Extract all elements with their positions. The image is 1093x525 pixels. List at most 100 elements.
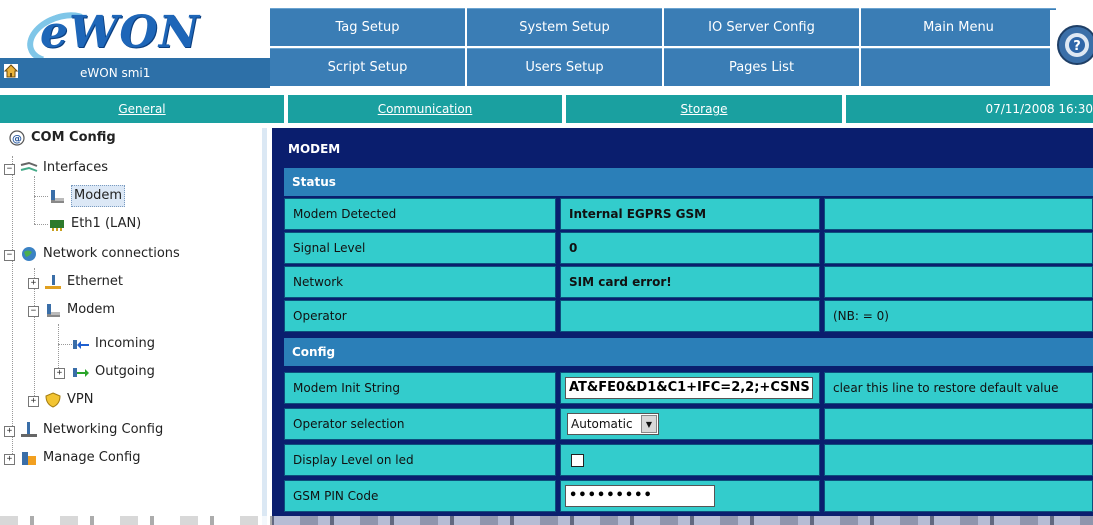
row-label: GSM PIN Code xyxy=(284,480,556,512)
device-name: eWON smi1 xyxy=(80,66,151,80)
modem-init-string-input[interactable]: AT&FE0&D1&C1+IFC=2,2;+CSNS xyxy=(565,377,813,399)
nav-io-server-config[interactable]: IO Server Config xyxy=(664,8,859,46)
row-extra xyxy=(824,198,1093,230)
config-row-display-level: Display Level on led xyxy=(284,444,1093,476)
tree-label-modem-selected: Modem xyxy=(71,185,126,207)
tree-label-vpn: VPN xyxy=(67,392,94,407)
tree-label-networking-config: Networking Config xyxy=(43,422,164,437)
status-row-network: Network SIM card error! xyxy=(284,266,1093,298)
config-group-header: Config xyxy=(284,338,1093,366)
row-extra xyxy=(824,408,1093,440)
status-group-header: Status xyxy=(284,168,1093,196)
row-input-cell: AT&FE0&D1&C1+IFC=2,2;+CSNS xyxy=(560,372,820,404)
outgoing-arrow-icon xyxy=(73,368,89,377)
vpn-shield-icon xyxy=(45,392,61,408)
modem-icon xyxy=(51,190,64,203)
pane-divider[interactable] xyxy=(262,128,267,525)
row-value: SIM card error! xyxy=(560,266,820,298)
ethernet-card-icon xyxy=(50,220,64,231)
expand-ethernet-toggle[interactable]: + xyxy=(28,278,39,289)
manage-config-icon xyxy=(22,452,36,465)
tree-item-outgoing[interactable]: Outgoing xyxy=(72,362,155,382)
tab-storage[interactable]: Storage xyxy=(566,95,842,123)
config-row-operator-selection: Operator selection Automatic ▼ xyxy=(284,408,1093,440)
row-value xyxy=(560,300,820,332)
bottom-overflow-strip xyxy=(0,516,1093,525)
expand-manage-config-toggle[interactable]: + xyxy=(4,454,15,465)
tab-bar: General Communication Storage 07/11/2008… xyxy=(0,95,1093,123)
date-time-display: 07/11/2008 16:30 xyxy=(846,95,1093,123)
row-extra xyxy=(824,266,1093,298)
nav-users-setup[interactable]: Users Setup xyxy=(467,48,662,86)
tree-label-eth1: Eth1 (LAN) xyxy=(71,216,142,231)
globe-icon xyxy=(22,247,36,261)
row-extra xyxy=(824,444,1093,476)
tree-item-interfaces[interactable]: Interfaces xyxy=(20,158,108,178)
row-input-cell: Automatic ▼ xyxy=(560,408,820,440)
nav-tag-setup[interactable]: Tag Setup xyxy=(270,8,465,46)
row-input-cell: ••••••••• xyxy=(560,480,820,512)
nav-script-setup[interactable]: Script Setup xyxy=(270,48,465,86)
row-value: Internal EGPRS GSM xyxy=(560,198,820,230)
config-row-init-string: Modem Init String AT&FE0&D1&C1+IFC=2,2;+… xyxy=(284,372,1093,404)
tree-item-modem[interactable]: Modem xyxy=(48,185,126,207)
row-extra: (NB: = 0) xyxy=(824,300,1093,332)
operator-selection-dropdown[interactable]: Automatic ▼ xyxy=(567,413,659,435)
nav-main-menu[interactable]: Main Menu xyxy=(861,8,1056,46)
nav-pages-list[interactable]: Pages List xyxy=(664,48,859,86)
collapse-network-connections-toggle[interactable]: − xyxy=(4,250,15,261)
tree-root-label: COM Config xyxy=(31,130,116,145)
section-title: MODEM xyxy=(288,142,341,156)
com-config-icon: @ xyxy=(9,130,25,146)
nav-empty-cell xyxy=(861,48,1056,86)
tree-item-manage-config[interactable]: Manage Config xyxy=(20,448,140,468)
tab-general[interactable]: General xyxy=(0,95,284,123)
status-row-operator: Operator (NB: = 0) xyxy=(284,300,1093,332)
status-row-modem-detected: Modem Detected Internal EGPRS GSM xyxy=(284,198,1093,230)
expand-networking-config-toggle[interactable]: + xyxy=(4,426,15,437)
tree-label-interfaces: Interfaces xyxy=(43,160,108,175)
svg-text:?: ? xyxy=(1073,39,1081,54)
tree-label-modem-connection: Modem xyxy=(67,302,116,317)
display-level-checkbox[interactable] xyxy=(571,453,584,467)
tree-item-incoming[interactable]: Incoming xyxy=(72,334,155,354)
tree-item-networking-config[interactable]: Networking Config xyxy=(20,420,163,440)
interfaces-icon xyxy=(20,161,38,172)
tree-item-vpn[interactable]: VPN xyxy=(44,390,93,410)
config-row-gsm-pin: GSM PIN Code ••••••••• xyxy=(284,480,1093,512)
row-label: Network xyxy=(284,266,556,298)
row-extra xyxy=(824,480,1093,512)
tree-item-modem-connection[interactable]: Modem xyxy=(44,300,115,320)
init-string-hint: clear this line to restore default value xyxy=(824,372,1093,404)
networking-config-icon xyxy=(21,422,37,437)
tab-communication[interactable]: Communication xyxy=(288,95,562,123)
main-nav: Tag Setup System Setup IO Server Config … xyxy=(270,8,1056,86)
expand-outgoing-toggle[interactable]: + xyxy=(54,368,65,379)
nav-system-setup[interactable]: System Setup xyxy=(467,8,662,46)
chevron-down-icon[interactable]: ▼ xyxy=(641,415,657,433)
tree-label-outgoing: Outgoing xyxy=(95,364,155,379)
help-gear-area: ? xyxy=(1050,10,1093,86)
config-tree: @ COM Config − Interfaces Modem Eth1 (LA… xyxy=(0,128,262,525)
collapse-modem-toggle[interactable]: − xyxy=(28,306,39,317)
row-input-cell xyxy=(560,444,820,476)
tree-item-network-connections[interactable]: Network connections xyxy=(20,244,180,264)
row-label: Display Level on led xyxy=(284,444,556,476)
row-extra xyxy=(824,232,1093,264)
row-label: Operator selection xyxy=(284,408,556,440)
tree-item-ethernet[interactable]: Ethernet xyxy=(44,272,123,292)
help-gear-icon[interactable]: ? xyxy=(1056,24,1093,66)
home-icon[interactable] xyxy=(4,64,18,78)
row-label: Signal Level xyxy=(284,232,556,264)
modem-config-panel: MODEM Status Modem Detected Internal EGP… xyxy=(272,128,1093,525)
tree-label-ethernet: Ethernet xyxy=(67,274,123,289)
dropdown-selected-value: Automatic xyxy=(571,417,633,431)
tree-root-com-config[interactable]: @ COM Config xyxy=(8,128,116,148)
gsm-pin-input[interactable]: ••••••••• xyxy=(565,485,715,507)
collapse-interfaces-toggle[interactable]: − xyxy=(4,164,15,175)
tree-label-network-connections: Network connections xyxy=(43,246,180,261)
expand-vpn-toggle[interactable]: + xyxy=(28,396,39,407)
row-label: Operator xyxy=(284,300,556,332)
tree-item-eth1[interactable]: Eth1 (LAN) xyxy=(48,214,141,234)
modem-connection-icon xyxy=(47,304,60,317)
